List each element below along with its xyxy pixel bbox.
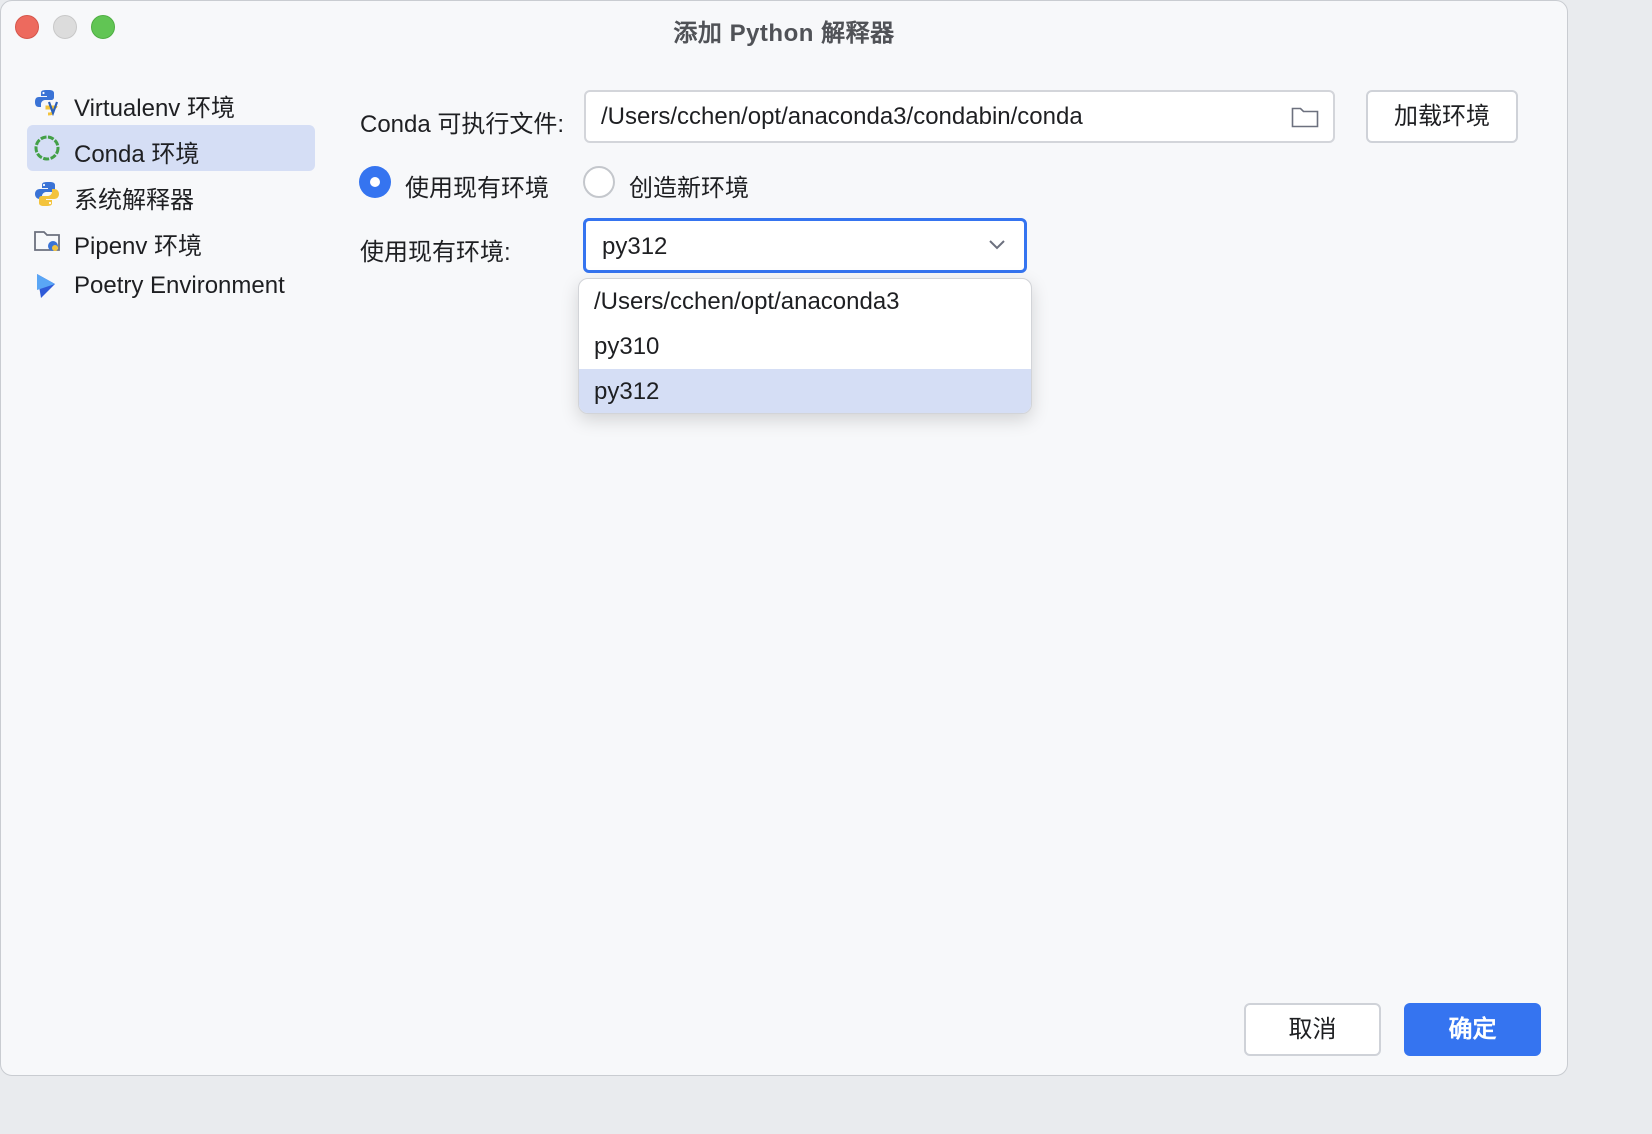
pipenv-folder-icon bbox=[34, 231, 60, 251]
radio-checked-indicator[interactable] bbox=[359, 166, 391, 198]
poetry-icon bbox=[37, 274, 55, 298]
add-python-interpreter-dialog: 添加 Python 解释器 Virtualenv 环境 Conda 环境 系统解… bbox=[0, 0, 1568, 1076]
sidebar-item-label: Pipenv 环境 bbox=[74, 233, 203, 260]
dropdown-option[interactable]: /Users/cchen/opt/anaconda3 bbox=[579, 279, 1031, 324]
sidebar-item-poetry[interactable]: Poetry Environment bbox=[27, 263, 315, 309]
existing-environment-label: 使用现有环境: bbox=[360, 239, 511, 266]
ok-button[interactable]: 确定 bbox=[1404, 1003, 1541, 1056]
environment-dropdown-list: /Users/cchen/opt/anaconda3 py310 py312 bbox=[578, 278, 1032, 414]
sidebar-item-label: Conda 环境 bbox=[74, 141, 200, 168]
sidebar-item-label: Poetry Environment bbox=[74, 272, 285, 299]
dropdown-option-selected[interactable]: py312 bbox=[579, 369, 1031, 413]
conda-icon bbox=[34, 135, 60, 161]
cancel-button[interactable]: 取消 bbox=[1244, 1003, 1381, 1056]
chevron-down-icon bbox=[989, 240, 1005, 250]
radio-unchecked-indicator[interactable] bbox=[583, 166, 615, 198]
dropdown-option[interactable]: py310 bbox=[579, 324, 1031, 369]
sidebar-item-label: 系统解释器 bbox=[74, 187, 194, 214]
folder-icon[interactable] bbox=[1291, 106, 1319, 128]
radio-label: 使用现有环境 bbox=[405, 175, 549, 202]
sidebar-item-pipenv[interactable]: Pipenv 环境 bbox=[27, 217, 315, 263]
existing-environment-value: py312 bbox=[602, 233, 668, 260]
load-environments-button[interactable]: 加载环境 bbox=[1366, 90, 1518, 143]
virtualenv-icon bbox=[35, 90, 59, 116]
interpreter-type-list: Virtualenv 环境 Conda 环境 系统解释器 Pipenv 环境 P… bbox=[27, 79, 315, 309]
existing-environment-select[interactable]: py312 bbox=[583, 218, 1027, 273]
conda-executable-label: Conda 可执行文件: bbox=[360, 111, 565, 138]
dialog-title: 添加 Python 解释器 bbox=[673, 20, 895, 47]
title-bar: 添加 Python 解释器 bbox=[1, 1, 1567, 53]
sidebar-item-system-interpreter[interactable]: 系统解释器 bbox=[27, 171, 315, 217]
conda-executable-field[interactable]: /Users/cchen/opt/anaconda3/condabin/cond… bbox=[584, 90, 1335, 143]
sidebar-item-virtualenv[interactable]: Virtualenv 环境 bbox=[27, 79, 315, 125]
conda-executable-value: /Users/cchen/opt/anaconda3/condabin/cond… bbox=[601, 103, 1083, 130]
sidebar-item-label: Virtualenv 环境 bbox=[74, 95, 235, 122]
python-icon bbox=[35, 182, 59, 206]
radio-label: 创造新环境 bbox=[629, 175, 749, 202]
sidebar-item-conda[interactable]: Conda 环境 bbox=[27, 125, 315, 171]
